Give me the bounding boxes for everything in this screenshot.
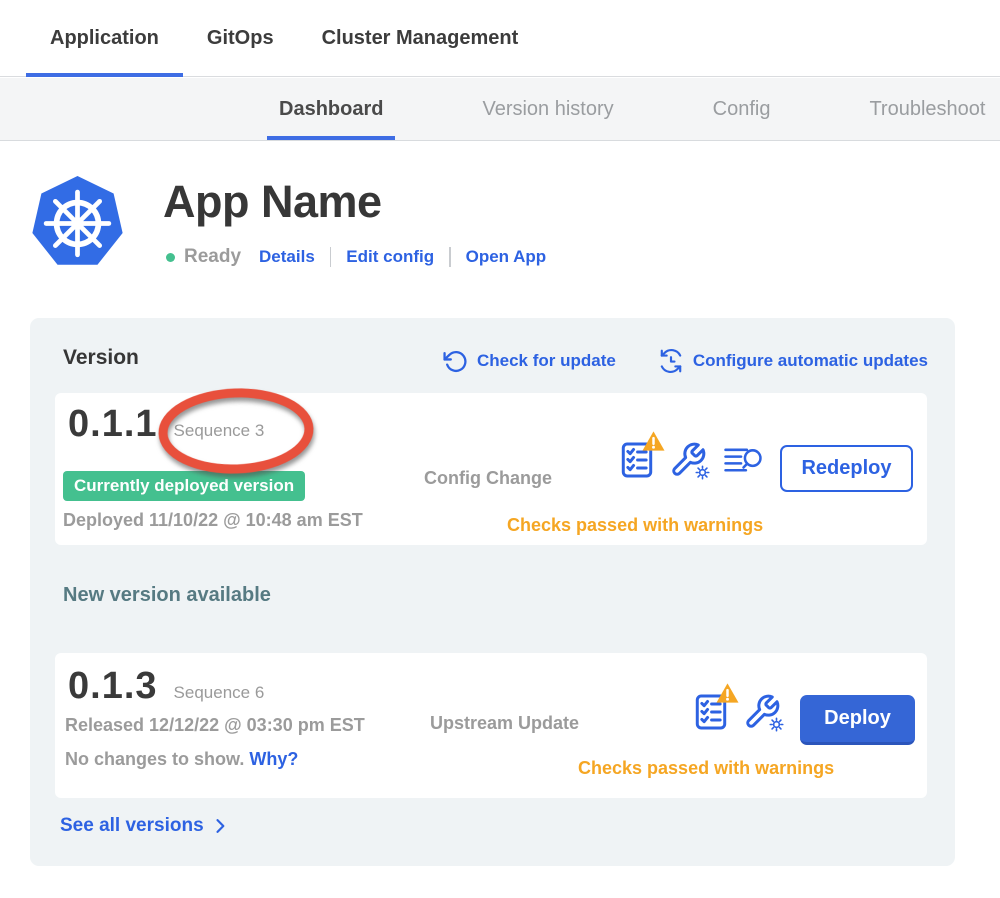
why-link[interactable]: Why? xyxy=(249,749,298,769)
version-source-label: Upstream Update xyxy=(430,713,579,734)
chevron-right-icon xyxy=(210,816,230,836)
see-all-versions-label: See all versions xyxy=(60,815,204,837)
version-heading: Version xyxy=(63,346,139,370)
currently-deployed-badge: Currently deployed version xyxy=(63,471,305,501)
refresh-icon xyxy=(443,349,468,374)
no-changes-label: No changes to show. xyxy=(65,749,244,769)
preflight-checks-icon[interactable] xyxy=(695,693,727,731)
checks-warning-text: Checks passed with warnings xyxy=(578,758,834,779)
configure-auto-updates-button[interactable]: Configure automatic updates xyxy=(658,348,928,374)
preflight-checks-icon[interactable] xyxy=(621,441,653,479)
available-version-sequence: Sequence 6 xyxy=(174,683,265,703)
config-wrench-icon[interactable] xyxy=(669,441,707,479)
released-timestamp: Released 12/12/22 @ 03:30 pm EST xyxy=(65,715,365,736)
current-version-check-icons xyxy=(621,441,763,479)
tab-application[interactable]: Application xyxy=(26,0,183,76)
tab-dashboard[interactable]: Dashboard xyxy=(267,78,395,140)
current-version-line: 0.1.1 Sequence 3 xyxy=(68,403,264,446)
checks-warning-text: Checks passed with warnings xyxy=(507,515,763,536)
version-source-label: Config Change xyxy=(424,468,552,489)
available-version-check-icons xyxy=(695,693,781,731)
deployed-timestamp: Deployed 11/10/22 @ 10:48 am EST xyxy=(63,510,363,531)
app-subnav: Dashboard Version history Config Trouble… xyxy=(0,78,1000,141)
version-actions: Check for update Configure automatic upd… xyxy=(443,348,928,374)
current-version-sequence: Sequence 3 xyxy=(174,421,265,441)
current-version-number: 0.1.1 xyxy=(68,403,158,446)
warning-triangle-icon xyxy=(715,682,740,704)
tab-gitops[interactable]: GitOps xyxy=(183,0,298,76)
current-version-card: 0.1.1 Sequence 3 Currently deployed vers… xyxy=(55,393,927,545)
kubernetes-logo-icon xyxy=(30,173,125,272)
configure-auto-updates-label: Configure automatic updates xyxy=(693,351,928,371)
available-version-card: 0.1.3 Sequence 6 Released 12/12/22 @ 03:… xyxy=(55,653,927,798)
page-title: App Name xyxy=(163,176,382,228)
auto-update-clock-icon xyxy=(658,348,684,374)
edit-config-link[interactable]: Edit config xyxy=(346,247,434,267)
available-version-number: 0.1.3 xyxy=(68,665,158,708)
divider xyxy=(449,247,451,267)
tab-cluster-management[interactable]: Cluster Management xyxy=(298,0,543,76)
available-version-line: 0.1.3 Sequence 6 xyxy=(68,665,264,708)
status-text: Ready xyxy=(184,246,241,268)
app-status-row: Ready Details Edit config Open App xyxy=(166,243,546,271)
check-for-update-button[interactable]: Check for update xyxy=(443,349,616,374)
status-ready-dot xyxy=(166,253,175,262)
primary-nav: Application GitOps Cluster Management xyxy=(0,0,1000,77)
see-all-versions-link[interactable]: See all versions xyxy=(60,815,230,837)
tab-troubleshoot[interactable]: Troubleshoot xyxy=(857,78,997,140)
version-section: Version Check for update Configure autom… xyxy=(30,318,955,866)
deploy-button[interactable]: Deploy xyxy=(800,695,915,745)
redeploy-button[interactable]: Redeploy xyxy=(780,445,913,492)
config-wrench-icon[interactable] xyxy=(743,693,781,731)
warning-triangle-icon xyxy=(641,430,666,452)
view-diff-icon[interactable] xyxy=(723,444,763,477)
no-changes-text: No changes to show. Why? xyxy=(65,749,298,770)
tab-config[interactable]: Config xyxy=(701,78,783,140)
details-link[interactable]: Details xyxy=(259,247,315,267)
tab-version-history[interactable]: Version history xyxy=(470,78,625,140)
new-version-heading: New version available xyxy=(63,584,271,607)
open-app-link[interactable]: Open App xyxy=(466,247,547,267)
gear-icon xyxy=(768,716,785,733)
divider xyxy=(330,247,332,267)
gear-icon xyxy=(694,464,711,481)
check-for-update-label: Check for update xyxy=(477,351,616,371)
